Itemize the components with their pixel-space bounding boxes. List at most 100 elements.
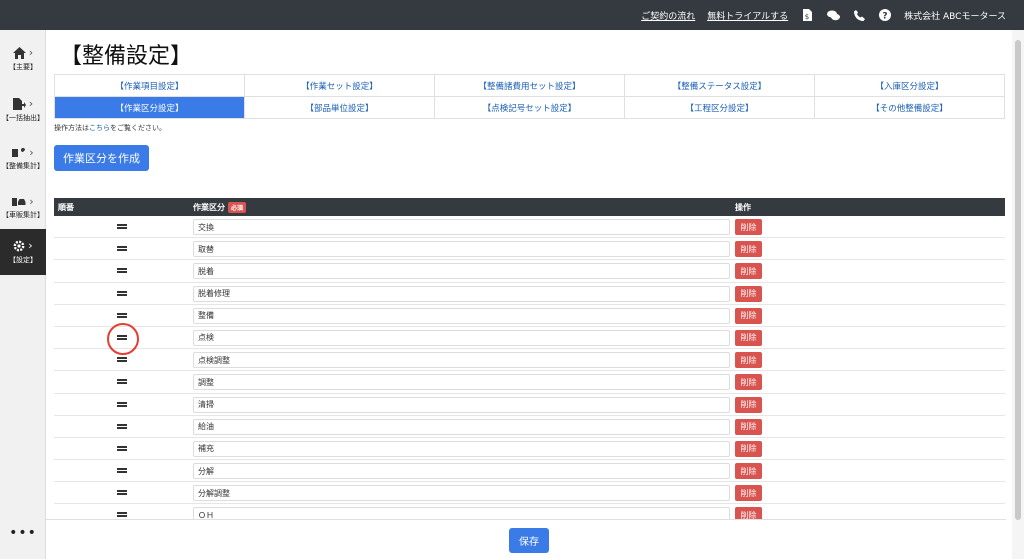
delete-button[interactable]: 削除 (735, 329, 762, 346)
more-menu-button[interactable]: ••• (0, 525, 46, 541)
drag-handle-icon[interactable] (117, 509, 127, 519)
help-icon[interactable]: ? (878, 8, 892, 22)
main-content: 【整備設定】 【作業項目設定】 【作業セット設定】 【整備諸費用セット設定】 【… (54, 30, 1006, 559)
category-column-header: 作業区分 必須 (193, 202, 247, 213)
work-category-input[interactable] (193, 485, 730, 502)
drag-handle-icon[interactable] (117, 376, 127, 386)
tab-maintenance-status-settings[interactable]: 【整備ステータス設定】 (625, 75, 815, 97)
save-button[interactable]: 保存 (509, 528, 549, 553)
sidebar-item-label: 【整備集計】 (2, 162, 44, 170)
drag-handle-icon[interactable] (117, 443, 127, 453)
help-link[interactable]: こちら (89, 124, 110, 132)
phone-icon[interactable] (852, 8, 866, 22)
drag-handle-icon[interactable] (117, 465, 127, 475)
document-icon[interactable]: $ (800, 8, 814, 22)
table-row: 削除 (54, 283, 1005, 305)
wrench-icon (12, 148, 26, 157)
delete-button[interactable]: 削除 (735, 241, 762, 258)
sidebar-item-label: 【一括抽出】 (2, 113, 44, 122)
vertical-scrollbar[interactable] (1012, 30, 1024, 559)
home-icon (12, 46, 26, 59)
drag-handle-icon[interactable] (117, 487, 127, 497)
sidebar-item-main[interactable]: › 【主要】 (0, 36, 46, 82)
sidebar: › 【主要】 › 【一括抽出】 › 【整備集計】 › 【車販集計】 › 【設定】… (0, 30, 46, 559)
delete-button[interactable]: 削除 (735, 263, 762, 280)
company-name: 株式会社 ABCモータース (904, 11, 1006, 22)
work-category-input[interactable] (193, 396, 730, 413)
create-work-category-button[interactable]: 作業区分を作成 (54, 145, 149, 171)
tab-inspection-symbol-set-settings[interactable]: 【点検記号セット設定】 (435, 97, 625, 119)
drag-handle-icon[interactable] (117, 354, 127, 364)
delete-button[interactable]: 削除 (735, 352, 762, 369)
drag-handle-icon[interactable] (117, 243, 127, 253)
tab-work-set-settings[interactable]: 【作業セット設定】 (245, 75, 435, 97)
work-category-input[interactable] (193, 241, 730, 258)
delete-button[interactable]: 削除 (735, 440, 762, 457)
delete-button[interactable]: 削除 (735, 285, 762, 302)
table-row: 削除 (54, 438, 1005, 461)
help-suffix: をご覧ください。 (110, 124, 166, 132)
svg-text:?: ? (883, 12, 888, 22)
page-title: 【整備設定】 (60, 44, 193, 69)
svg-text:$: $ (805, 13, 809, 21)
sidebar-item-label: 【設定】 (9, 255, 37, 264)
action-column-header: 操作 (735, 203, 751, 212)
work-category-input[interactable] (193, 219, 730, 235)
work-category-input[interactable] (193, 418, 730, 435)
drag-handle-icon[interactable] (117, 288, 127, 298)
work-category-table: 順番 作業区分 必須 操作 削除 削除 削除 削除 (54, 198, 1005, 520)
sidebar-item-maintenance-summary[interactable]: › 【整備集計】 (0, 136, 46, 182)
chevron-right-icon: › (28, 97, 34, 110)
drag-handle-icon[interactable] (117, 310, 127, 320)
work-category-input[interactable] (193, 463, 730, 480)
scrollbar-thumb[interactable] (1015, 40, 1021, 520)
chevron-right-icon: › (29, 195, 34, 208)
work-category-input[interactable] (193, 285, 730, 302)
tab-part-unit-settings[interactable]: 【部品単位設定】 (245, 97, 435, 119)
chat-icon[interactable] (826, 8, 840, 22)
table-row: 削除 (54, 238, 1005, 261)
delete-button[interactable]: 削除 (735, 463, 762, 480)
delete-button[interactable]: 削除 (735, 485, 762, 502)
free-trial-link[interactable]: 無料トライアルする (707, 9, 788, 22)
table-row: 削除 (54, 349, 1005, 372)
required-badge: 必須 (228, 202, 247, 213)
work-category-input[interactable] (193, 307, 730, 324)
sidebar-item-settings[interactable]: › 【設定】 (0, 229, 46, 275)
work-category-input[interactable] (193, 374, 730, 391)
file-export-icon (12, 97, 26, 110)
table-header: 順番 作業区分 必須 操作 (54, 198, 1005, 216)
work-category-input[interactable] (193, 329, 730, 346)
table-row: 削除 (54, 327, 1005, 350)
table-row: 削除 (54, 504, 1005, 520)
tab-other-maintenance-settings[interactable]: 【その他整備設定】 (815, 97, 1005, 119)
delete-button[interactable]: 削除 (735, 307, 762, 324)
delete-button[interactable]: 削除 (735, 418, 762, 435)
tab-work-category-settings[interactable]: 【作業区分設定】 (55, 97, 245, 119)
drag-handle-icon[interactable] (117, 265, 127, 275)
table-row: 削除 (54, 305, 1005, 327)
delete-button[interactable]: 削除 (735, 219, 762, 235)
top-bar-links: ご契約の流れ 無料トライアルする $ ? 株式会社 ABCモータース (641, 0, 1006, 30)
delete-button[interactable]: 削除 (735, 396, 762, 413)
drag-handle-icon[interactable] (117, 399, 127, 409)
tab-maintenance-fee-set-settings[interactable]: 【整備諸費用セット設定】 (435, 75, 625, 97)
table-row: 削除 (54, 416, 1005, 438)
work-category-input[interactable] (193, 263, 730, 280)
order-column-header: 順番 (58, 203, 74, 212)
drag-handle-icon[interactable] (117, 421, 127, 431)
settings-tabs: 【作業項目設定】 【作業セット設定】 【整備諸費用セット設定】 【整備ステータス… (54, 74, 1005, 119)
table-row: 削除 (54, 394, 1005, 416)
help-prefix: 操作方法は (54, 124, 89, 132)
drag-handle-icon[interactable] (117, 221, 127, 231)
sidebar-item-car-sales-summary[interactable]: › 【車販集計】 (0, 185, 46, 231)
tab-entry-category-settings[interactable]: 【入庫区分設定】 (815, 75, 1005, 97)
work-category-input[interactable] (193, 352, 730, 369)
tab-process-category-settings[interactable]: 【工程区分設定】 (625, 97, 815, 119)
tab-work-item-settings[interactable]: 【作業項目設定】 (55, 75, 245, 97)
sidebar-item-bulk-extract[interactable]: › 【一括抽出】 (0, 87, 46, 133)
work-category-input[interactable] (193, 440, 730, 457)
drag-handle-icon[interactable] (117, 332, 127, 342)
contract-flow-link[interactable]: ご契約の流れ (641, 9, 695, 22)
delete-button[interactable]: 削除 (735, 374, 762, 391)
